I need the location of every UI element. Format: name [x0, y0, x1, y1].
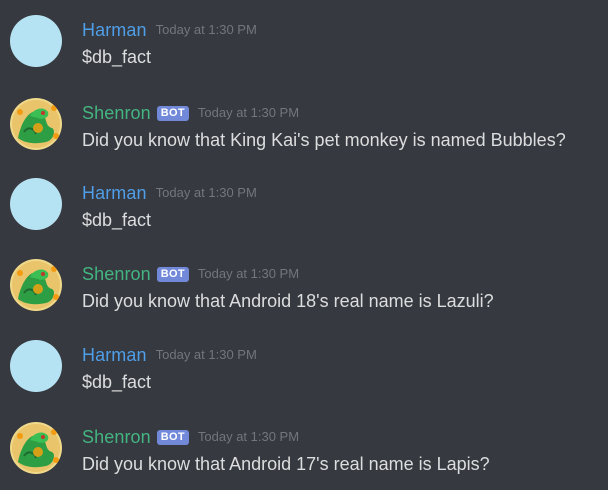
avatar[interactable] — [10, 15, 62, 67]
message-header: Shenron BOT Today at 1:30 PM — [82, 262, 299, 286]
chat-messages: Harman Today at 1:30 PM $db_fact Shenron… — [0, 0, 608, 490]
timestamp: Today at 1:30 PM — [155, 185, 257, 200]
message-text: Did you know that King Kai's pet monkey … — [82, 130, 566, 150]
message-header: Harman Today at 1:30 PM — [82, 343, 257, 367]
username[interactable]: Harman — [82, 19, 147, 41]
timestamp: Today at 1:30 PM — [197, 429, 300, 444]
message-text: Did you know that Android 18's real name… — [82, 291, 494, 311]
bot-badge: BOT — [156, 105, 189, 121]
bot-avatar[interactable] — [10, 422, 62, 474]
message-item: Shenron BOT Today at 1:30 PM Did you kno… — [0, 85, 608, 150]
bot-badge: BOT — [156, 429, 189, 445]
message-item: Harman Today at 1:30 PM $db_fact — [0, 2, 608, 67]
dragon-icon — [10, 259, 62, 311]
avatar[interactable] — [10, 340, 62, 392]
bot-avatar[interactable] — [10, 259, 62, 311]
username[interactable]: Shenron — [82, 426, 151, 448]
username[interactable]: Harman — [82, 182, 147, 204]
message-header: Shenron BOT Today at 1:30 PM — [82, 425, 299, 449]
message-item: Shenron BOT Today at 1:30 PM Did you kno… — [0, 409, 608, 474]
username[interactable]: Shenron — [82, 102, 151, 124]
timestamp: Today at 1:30 PM — [197, 105, 300, 120]
message-header: Shenron BOT Today at 1:30 PM — [82, 101, 299, 125]
message-item: Shenron BOT Today at 1:30 PM Did you kno… — [0, 246, 608, 311]
message-text: $db_fact — [82, 372, 152, 392]
message-item: Harman Today at 1:30 PM $db_fact — [0, 165, 608, 230]
dragon-icon — [10, 422, 62, 474]
dragon-icon — [10, 98, 62, 150]
timestamp: Today at 1:30 PM — [155, 22, 257, 37]
avatar[interactable] — [10, 178, 62, 230]
username[interactable]: Shenron — [82, 263, 151, 285]
message-item: Harman Today at 1:30 PM $db_fact — [0, 327, 608, 392]
message-header: Harman Today at 1:30 PM — [82, 181, 257, 205]
message-text: $db_fact — [82, 47, 152, 67]
bot-avatar[interactable] — [10, 98, 62, 150]
message-text: Did you know that Android 17's real name… — [82, 454, 490, 474]
username[interactable]: Harman — [82, 344, 147, 366]
bot-badge: BOT — [156, 266, 189, 282]
message-text: $db_fact — [82, 210, 152, 230]
message-header: Harman Today at 1:30 PM — [82, 18, 257, 42]
timestamp: Today at 1:30 PM — [155, 347, 257, 362]
timestamp: Today at 1:30 PM — [197, 266, 300, 281]
